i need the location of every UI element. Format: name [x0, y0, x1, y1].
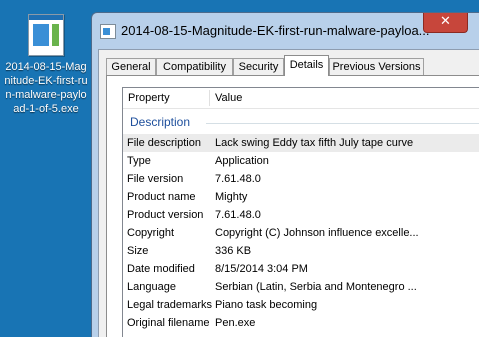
- property-name: Legal trademarks: [127, 299, 212, 311]
- exe-file-icon: [28, 14, 64, 56]
- table-row[interactable]: Copyright Copyright (C) Johnson influenc…: [123, 224, 479, 242]
- property-rows: File description Lack swing Eddy tax fif…: [123, 134, 479, 332]
- table-row[interactable]: Product name Mighty: [123, 188, 479, 206]
- table-row[interactable]: Original filename Pen.exe: [123, 314, 479, 332]
- properties-window: 2014-08-15-Magnitude-EK-first-run-malwar…: [91, 12, 479, 337]
- property-value: Pen.exe: [215, 317, 256, 329]
- column-divider[interactable]: [209, 90, 210, 106]
- properties-list[interactable]: Property Value Description File descript…: [122, 87, 479, 337]
- group-divider: [206, 123, 479, 124]
- window-app-icon: [100, 24, 116, 39]
- property-value: Application: [215, 155, 269, 167]
- list-header: Property Value: [123, 88, 479, 109]
- table-row[interactable]: Type Application: [123, 152, 479, 170]
- table-row[interactable]: Legal trademarks Piano task becoming: [123, 296, 479, 314]
- tab-previous-versions[interactable]: Previous Versions: [329, 58, 424, 75]
- property-name: Product version: [127, 209, 204, 221]
- property-name: Product name: [127, 191, 196, 203]
- property-value: Mighty: [215, 191, 248, 203]
- property-name: File version: [127, 173, 184, 185]
- details-panel: Property Value Description File descript…: [106, 75, 479, 337]
- window-title: 2014-08-15-Magnitude-EK-first-run-malwar…: [121, 23, 430, 38]
- table-row[interactable]: File description Lack swing Eddy tax fif…: [123, 134, 479, 152]
- desktop-icon-label: 2014-08-15-Magnitude-EK-first-run-malwar…: [4, 61, 88, 115]
- property-value: 8/15/2014 3:04 PM: [215, 263, 308, 275]
- property-name: File description: [127, 137, 201, 149]
- property-name: Size: [127, 245, 149, 257]
- property-value: 7.61.48.0: [215, 209, 261, 221]
- table-row[interactable]: Date modified 8/15/2014 3:04 PM: [123, 260, 479, 278]
- property-name: Original filename: [127, 317, 210, 329]
- column-header-property[interactable]: Property: [128, 92, 170, 104]
- property-name: Date modified: [127, 263, 195, 275]
- window-content: General Compatibility Security Details P…: [98, 49, 479, 337]
- tab-general[interactable]: General: [106, 58, 156, 75]
- property-value: Copyright (C) Johnson influence excelle.…: [215, 227, 419, 239]
- table-row[interactable]: Language Serbian (Latin, Serbia and Mont…: [123, 278, 479, 296]
- group-label: Description: [130, 115, 191, 129]
- property-name: Copyright: [127, 227, 175, 239]
- group-header-description: Description: [130, 115, 479, 129]
- title-bar[interactable]: 2014-08-15-Magnitude-EK-first-run-malwar…: [92, 13, 479, 49]
- table-row[interactable]: File version 7.61.48.0: [123, 170, 479, 188]
- table-row[interactable]: Size 336 KB: [123, 242, 479, 260]
- property-value: 336 KB: [215, 245, 252, 257]
- property-value: Piano task becoming: [215, 299, 318, 311]
- property-value: Serbian (Latin, Serbia and Montenegro ..…: [215, 281, 417, 293]
- property-name: Type: [127, 155, 151, 167]
- table-row[interactable]: Product version 7.61.48.0: [123, 206, 479, 224]
- property-value: Lack swing Eddy tax fifth July tape curv…: [215, 137, 414, 149]
- close-button[interactable]: ✕: [423, 13, 468, 33]
- tab-security[interactable]: Security: [233, 58, 284, 75]
- property-value: 7.61.48.0: [215, 173, 261, 185]
- tab-compatibility[interactable]: Compatibility: [156, 58, 233, 75]
- column-header-value[interactable]: Value: [215, 92, 242, 104]
- property-name: Language: [127, 281, 176, 293]
- desktop-file-icon[interactable]: 2014-08-15-Magnitude-EK-first-run-malwar…: [3, 14, 89, 116]
- tab-details[interactable]: Details: [284, 55, 329, 76]
